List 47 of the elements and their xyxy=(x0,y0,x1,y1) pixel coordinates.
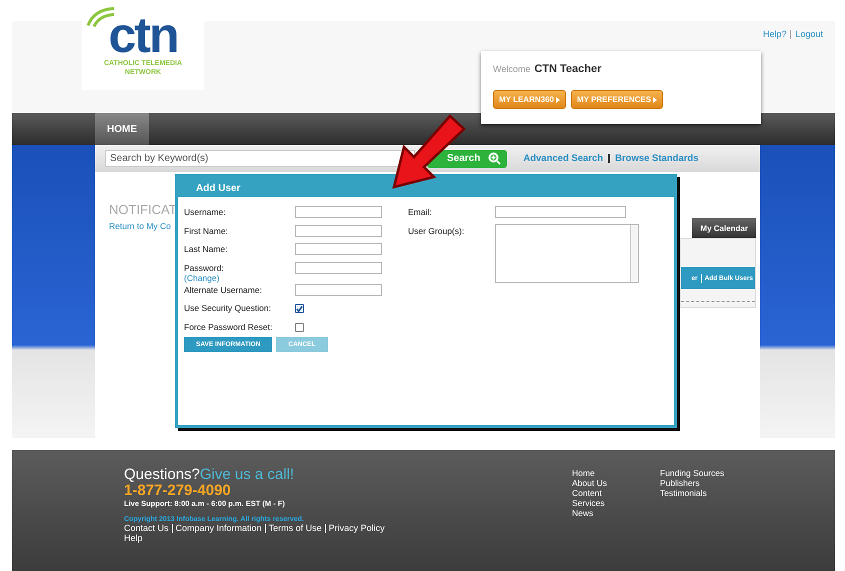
search-field[interactable]: Search by Keyword(s) xyxy=(105,150,415,167)
section-heading: NOTIFICAT xyxy=(109,202,177,217)
password-field[interactable] xyxy=(295,262,382,274)
caret-icon xyxy=(653,96,658,102)
checkbox[interactable] xyxy=(295,322,304,332)
field-label: First Name: xyxy=(184,226,229,236)
welcome-label: Welcome xyxy=(493,64,530,74)
calendar-tab[interactable]: My Calendar xyxy=(692,218,756,238)
text-field[interactable] xyxy=(295,243,382,255)
footer-nav-link[interactable]: Content xyxy=(572,488,642,498)
footer-link[interactable]: Contact Us xyxy=(124,523,169,533)
email-field[interactable] xyxy=(495,206,626,218)
footer-nav-link[interactable]: About Us xyxy=(572,478,642,488)
field-label: Alternate Username: xyxy=(184,284,263,294)
field-label: User Group(s): xyxy=(408,226,466,236)
footer-link[interactable]: Company Information xyxy=(176,523,262,533)
footer-link[interactable]: Privacy Policy xyxy=(328,523,385,533)
caret-icon xyxy=(556,96,560,102)
footer-link[interactable]: Terms of Use xyxy=(268,523,322,533)
logo-mark: ctn xyxy=(108,11,178,59)
phone-number: 1-877-279-4090 xyxy=(124,483,232,499)
text-field[interactable] xyxy=(295,224,382,236)
checkbox[interactable] xyxy=(295,304,304,313)
scrollbar[interactable] xyxy=(630,224,638,282)
field-label: Last Name: xyxy=(184,244,228,254)
dialog-title: Add User xyxy=(178,177,674,197)
list-box[interactable] xyxy=(495,224,639,282)
field-label: Password: xyxy=(184,262,225,272)
footer-nav-link[interactable]: Services xyxy=(572,498,642,508)
field-label: Force Password Reset: xyxy=(184,322,274,332)
footer-nav-link[interactable]: News xyxy=(572,508,642,518)
field-label: Use Security Question: xyxy=(184,303,272,313)
footer-nav-link[interactable]: Testimonials xyxy=(660,488,730,498)
footer-nav-link[interactable]: Home xyxy=(572,468,642,478)
change-link[interactable]: (Change) xyxy=(184,272,295,282)
contact-heading: Questions?Give us a call! xyxy=(124,466,296,483)
user-name: CTN Teacher xyxy=(534,63,602,75)
nav-tab[interactable]: HOME xyxy=(95,113,149,145)
zoom-in-icon xyxy=(488,152,502,165)
footer-link[interactable]: Help xyxy=(124,533,385,544)
field-label: Email: xyxy=(408,207,433,217)
text-field[interactable] xyxy=(295,284,382,296)
return-link[interactable]: Return to My Co xyxy=(109,221,177,231)
footer-nav-link[interactable]: Publishers xyxy=(660,478,730,488)
footer-nav-link[interactable]: Funding Sources xyxy=(660,468,730,478)
field-label: Username: xyxy=(184,207,227,217)
text-field[interactable] xyxy=(295,206,382,218)
